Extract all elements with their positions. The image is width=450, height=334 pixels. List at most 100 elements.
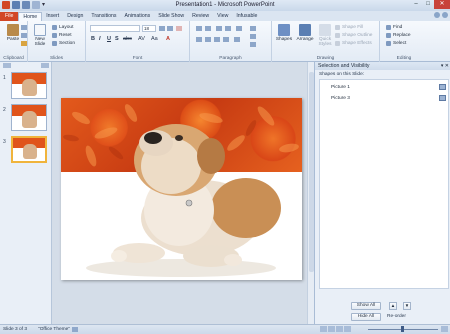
- justify-icon[interactable]: [223, 37, 229, 42]
- minimize-button[interactable]: –: [410, 0, 422, 9]
- section-label: Section: [59, 41, 75, 46]
- font-group-label: Font: [132, 56, 143, 61]
- reset-icon: [52, 33, 57, 38]
- numbering-icon[interactable]: [205, 26, 211, 31]
- copy-icon[interactable]: [21, 33, 27, 38]
- tab-design[interactable]: Design: [63, 12, 87, 21]
- close-pane-icon[interactable]: [41, 63, 49, 68]
- font-size-combo[interactable]: 18: [142, 25, 156, 32]
- arrange-button[interactable]: Arrange: [294, 24, 316, 42]
- tab-slide-show[interactable]: Slide Show: [154, 12, 188, 21]
- slide-thumbnail-2[interactable]: 2: [3, 104, 49, 134]
- clear-formatting-icon[interactable]: [176, 26, 182, 31]
- shape-outline-button[interactable]: Shape Outline: [335, 33, 372, 38]
- thumbnail-dog: [22, 143, 37, 159]
- visibility-eye-icon[interactable]: [439, 95, 446, 101]
- slideshow-icon[interactable]: [344, 326, 351, 332]
- font-color-button[interactable]: A: [166, 36, 170, 42]
- grow-font-icon[interactable]: [159, 26, 165, 31]
- tab-file[interactable]: File: [0, 12, 19, 21]
- spellcheck-icon[interactable]: [72, 327, 78, 332]
- new-slide-icon: [34, 24, 46, 36]
- paste-button[interactable]: Paste: [4, 24, 22, 42]
- visibility-eye-icon[interactable]: [439, 84, 446, 90]
- shape-fill-icon: [335, 25, 340, 30]
- align-right-icon[interactable]: [214, 37, 220, 42]
- minimize-ribbon-icon[interactable]: [434, 12, 440, 18]
- arrange-label: Arrange: [296, 37, 314, 42]
- quick-styles-button[interactable]: Quick Styles: [316, 24, 334, 47]
- item-name: Picture 1: [331, 85, 350, 90]
- line-spacing-icon[interactable]: [236, 26, 242, 31]
- slide-thumbnail-3[interactable]: 3: [3, 136, 49, 166]
- send-backward-icon[interactable]: ▼: [403, 302, 411, 310]
- shape-fill-label: Shape Fill: [342, 25, 364, 30]
- list-item-picture-1[interactable]: Picture 1: [320, 83, 448, 92]
- tab-transitions[interactable]: Transitions: [87, 12, 120, 21]
- bullets-icon[interactable]: [196, 26, 202, 31]
- increase-indent-icon[interactable]: [225, 26, 231, 31]
- slide-sorter-icon[interactable]: [328, 326, 335, 332]
- pane-menu-icon[interactable]: ▾: [441, 63, 444, 69]
- font-name-combo[interactable]: [90, 25, 140, 32]
- maximize-button[interactable]: □: [422, 0, 434, 9]
- underline-button[interactable]: U: [107, 36, 111, 42]
- slides-tab-icon[interactable]: [3, 63, 11, 68]
- show-all-button[interactable]: Show All: [351, 302, 381, 310]
- tab-infusable[interactable]: Infusable: [232, 12, 261, 21]
- character-spacing-button[interactable]: AV: [138, 36, 145, 42]
- current-slide[interactable]: [61, 98, 302, 280]
- bold-button[interactable]: B: [91, 36, 95, 42]
- cut-icon[interactable]: [21, 25, 27, 30]
- slide-thumbnail-1[interactable]: 1: [3, 72, 49, 102]
- shape-fill-button[interactable]: Shape Fill: [335, 25, 363, 30]
- align-left-icon[interactable]: [196, 37, 202, 42]
- strikethrough-button[interactable]: abc: [123, 36, 132, 42]
- normal-view-icon[interactable]: [320, 326, 327, 332]
- change-case-button[interactable]: Aa: [151, 36, 158, 42]
- close-button[interactable]: ✕: [434, 0, 450, 9]
- tab-view[interactable]: View: [213, 12, 232, 21]
- reset-button[interactable]: Reset: [52, 33, 72, 38]
- paste-label: Paste: [6, 37, 20, 42]
- pane-close-icon[interactable]: ✕: [445, 63, 449, 69]
- find-label: Find: [393, 25, 403, 30]
- tab-home[interactable]: Home: [18, 12, 43, 21]
- slide-vertical-scrollbar[interactable]: [307, 62, 314, 324]
- help-icon[interactable]: [442, 12, 448, 18]
- format-painter-icon[interactable]: [21, 41, 27, 46]
- center-icon[interactable]: [205, 37, 211, 42]
- bulldog-picture: [86, 124, 281, 277]
- columns-icon[interactable]: [234, 37, 240, 42]
- section-button[interactable]: Section: [52, 41, 75, 46]
- shape-effects-button[interactable]: Shape Effects: [335, 41, 372, 46]
- shadow-button[interactable]: S: [115, 36, 119, 42]
- hide-all-button[interactable]: Hide All: [351, 313, 381, 321]
- bring-forward-icon[interactable]: ▲: [389, 302, 397, 310]
- find-button[interactable]: Find: [386, 25, 402, 30]
- decrease-indent-icon[interactable]: [216, 26, 222, 31]
- layout-button[interactable]: Layout: [52, 25, 73, 30]
- list-item-picture-3[interactable]: Picture 3: [320, 94, 448, 103]
- italic-button[interactable]: I: [99, 36, 101, 42]
- shrink-font-icon[interactable]: [167, 26, 173, 31]
- tab-review[interactable]: Review: [188, 12, 213, 21]
- tab-animations[interactable]: Animations: [121, 12, 155, 21]
- select-button[interactable]: Select: [386, 41, 406, 46]
- shapes-on-slide-label: Shapes on this Slide:: [319, 72, 365, 77]
- arrange-icon: [299, 24, 311, 36]
- reading-view-icon[interactable]: [336, 326, 343, 332]
- new-slide-button[interactable]: New Slide: [30, 24, 50, 47]
- selection-pane: Selection and Visibility ▾ ✕ Shapes on t…: [314, 62, 450, 324]
- replace-button[interactable]: Replace: [386, 33, 411, 38]
- slide-number: 1: [3, 75, 6, 81]
- shapes-button[interactable]: Shapes: [274, 24, 294, 42]
- fit-to-window-icon[interactable]: [441, 326, 448, 332]
- align-text-icon[interactable]: [250, 34, 256, 39]
- text-direction-icon[interactable]: [250, 26, 256, 31]
- zoom-slider-knob[interactable]: [401, 326, 404, 332]
- slide-counter: Slide 3 of 3: [3, 327, 28, 332]
- convert-smartart-icon[interactable]: [250, 42, 256, 47]
- layout-icon: [52, 25, 57, 30]
- tab-insert[interactable]: Insert: [42, 12, 63, 21]
